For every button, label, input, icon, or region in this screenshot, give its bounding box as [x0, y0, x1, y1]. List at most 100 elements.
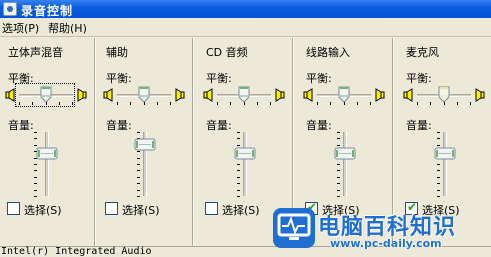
- speaker-right-icon: [174, 88, 185, 102]
- volume-thumb[interactable]: [434, 147, 456, 160]
- volume-slider[interactable]: [343, 132, 347, 196]
- speaker-left-icon: [403, 88, 414, 102]
- balance-tick: [130, 102, 131, 105]
- volume-tick: [34, 190, 37, 191]
- balance-thumb[interactable]: [438, 86, 450, 103]
- volume-tick: [34, 164, 37, 165]
- channel-name: CD 音频: [206, 46, 248, 59]
- balance-tick: [417, 102, 418, 105]
- checkbox-box[interactable]: [7, 202, 20, 215]
- checkbox-box[interactable]: [105, 202, 118, 215]
- watermark-url: www.pc-daily.com: [330, 237, 442, 250]
- speaker-right-icon: [474, 88, 485, 102]
- volume-tick: [137, 158, 140, 159]
- balance-label: 平衡:: [406, 72, 432, 85]
- volume-label: 音量:: [406, 119, 432, 132]
- balance-tick: [317, 102, 318, 105]
- channel-name: 辅助: [106, 46, 128, 59]
- volume-tick: [237, 164, 240, 165]
- speaker-left-icon: [203, 88, 214, 102]
- checkbox-label: 选择(S): [222, 204, 260, 217]
- menu-bar: 选项(P) 帮助(H): [0, 18, 491, 37]
- volume-tick: [437, 177, 440, 178]
- volume-tick: [337, 138, 340, 139]
- volume-tick: [237, 138, 240, 139]
- balance-thumb[interactable]: [338, 86, 350, 103]
- balance-tick: [430, 102, 431, 105]
- volume-slider[interactable]: [45, 132, 49, 196]
- volume-tick: [137, 170, 140, 171]
- volume-label: 音量:: [8, 119, 34, 132]
- volume-tick: [34, 138, 37, 139]
- volume-tick: [437, 196, 440, 197]
- volume-tick: [34, 170, 37, 171]
- speaker-right-icon: [374, 88, 385, 102]
- volume-tick: [34, 183, 37, 184]
- volume-tick: [337, 177, 340, 178]
- volume-tick: [34, 196, 37, 197]
- volume-tick: [337, 132, 340, 133]
- balance-tick: [217, 102, 218, 105]
- volume-thumb[interactable]: [234, 147, 256, 160]
- balance-tick: [457, 102, 458, 105]
- volume-tick: [437, 170, 440, 171]
- volume-tick: [337, 183, 340, 184]
- volume-tick: [237, 177, 240, 178]
- volume-tick: [437, 190, 440, 191]
- menu-help[interactable]: 帮助(H): [48, 20, 87, 36]
- volume-tick: [137, 190, 140, 191]
- volume-tick: [34, 177, 37, 178]
- balance-tick: [357, 102, 358, 105]
- volume-label: 音量:: [206, 119, 232, 132]
- volume-tick: [237, 170, 240, 171]
- balance-tick: [257, 102, 258, 105]
- channel-column: 辅助 平衡: 音量: 选择(S): [98, 38, 194, 246]
- channel-name: 线路输入: [306, 46, 350, 59]
- volume-tick: [337, 190, 340, 191]
- volume-thumb[interactable]: [134, 138, 156, 151]
- volume-tick: [137, 177, 140, 178]
- balance-tick: [230, 102, 231, 105]
- volume-tick: [437, 183, 440, 184]
- volume-tick: [437, 164, 440, 165]
- volume-slider[interactable]: [243, 132, 247, 196]
- volume-tick: [337, 164, 340, 165]
- speaker-right-icon: [274, 88, 285, 102]
- volume-slider[interactable]: [443, 132, 447, 196]
- volume-tick: [337, 196, 340, 197]
- volume-thumb[interactable]: [334, 147, 356, 160]
- balance-tick: [170, 102, 171, 105]
- balance-thumb[interactable]: [138, 86, 150, 103]
- balance-label: 平衡:: [206, 72, 232, 85]
- volume-tick: [237, 132, 240, 133]
- volume-thumb[interactable]: [36, 147, 58, 160]
- speaker-left-icon: [103, 88, 114, 102]
- volume-tick: [137, 132, 140, 133]
- volume-label: 音量:: [306, 119, 332, 132]
- balance-tick: [157, 102, 158, 105]
- balance-thumb[interactable]: [238, 86, 250, 103]
- checkbox-label: 选择(S): [24, 204, 62, 217]
- title-bar[interactable]: 录音控制: [0, 0, 491, 18]
- balance-label: 平衡:: [106, 72, 132, 85]
- volume-tick: [137, 183, 140, 184]
- volume-tick: [237, 196, 240, 197]
- focus-rectangle: [15, 83, 75, 107]
- volume-tick: [437, 138, 440, 139]
- select-checkbox[interactable]: 选择(S): [7, 202, 93, 217]
- channel-name: 立体声混音: [8, 46, 63, 59]
- volume-tick: [137, 196, 140, 197]
- menu-options[interactable]: 选项(P): [2, 20, 39, 36]
- app-icon[interactable]: [3, 2, 17, 16]
- balance-label: 平衡:: [306, 72, 332, 85]
- window-title: 录音控制: [21, 4, 74, 18]
- speaker-left-icon: [303, 88, 314, 102]
- select-checkbox[interactable]: 选择(S): [105, 202, 191, 217]
- balance-tick: [270, 102, 271, 105]
- volume-tick: [237, 183, 240, 184]
- balance-tick: [370, 102, 371, 105]
- volume-tick: [237, 190, 240, 191]
- column-separator: [94, 38, 96, 246]
- balance-tick: [330, 102, 331, 105]
- checkbox-box[interactable]: [205, 202, 218, 215]
